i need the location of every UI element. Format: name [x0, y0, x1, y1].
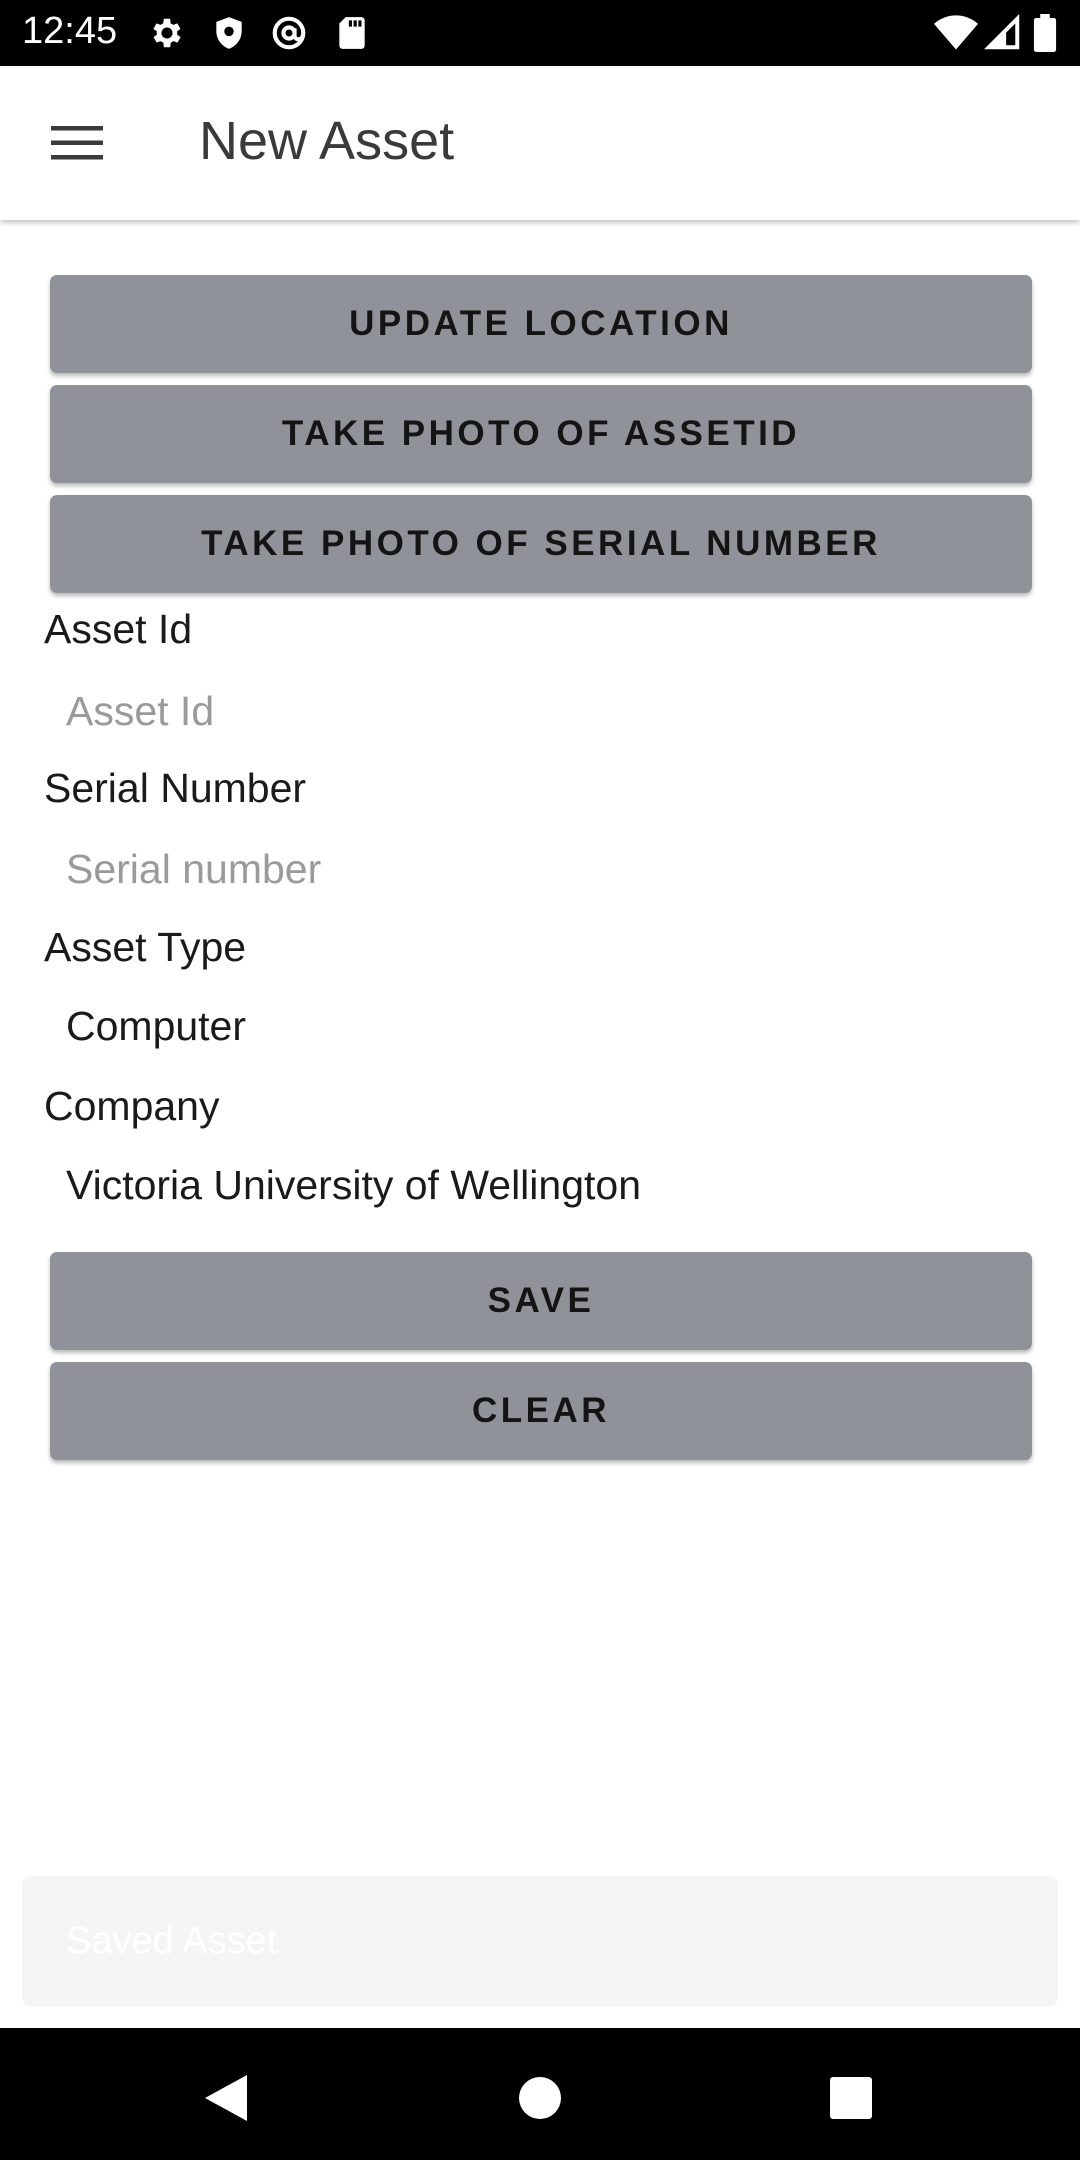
- status-bar: 12:45: [0, 0, 1080, 66]
- battery-icon: [1032, 14, 1060, 52]
- asset-type-select[interactable]: Computer: [66, 1003, 246, 1050]
- save-button[interactable]: SAVE: [50, 1252, 1032, 1350]
- app-bar: New Asset: [0, 66, 1080, 220]
- serial-number-input[interactable]: [44, 832, 1034, 906]
- shield-icon: [210, 14, 248, 52]
- gear-icon: [148, 14, 186, 52]
- asset-type-label: Asset Type: [44, 924, 247, 970]
- take-photo-serial-number-button[interactable]: TAKE PHOTO OF SERIAL NUMBER: [50, 495, 1032, 593]
- home-icon[interactable]: [500, 2058, 580, 2138]
- sd-card-icon: [333, 14, 371, 52]
- page-title: New Asset: [199, 111, 455, 171]
- snackbar: Saved Asset: [22, 1876, 1058, 2006]
- snackbar-message: Saved Asset: [66, 1920, 278, 1962]
- recents-icon[interactable]: [811, 2058, 891, 2138]
- hamburger-menu-icon[interactable]: [40, 112, 114, 174]
- company-select[interactable]: Victoria University of Wellington: [66, 1162, 641, 1209]
- update-location-button[interactable]: UPDATE LOCATION: [50, 275, 1032, 373]
- at-sign-icon: [270, 14, 308, 52]
- navigation-bar: [0, 2028, 1080, 2160]
- company-label: Company: [44, 1083, 220, 1129]
- cell-signal-icon: [983, 13, 1022, 52]
- serial-number-label: Serial Number: [44, 765, 307, 811]
- asset-id-label: Asset Id: [44, 606, 193, 652]
- asset-id-input[interactable]: [44, 674, 1034, 748]
- back-icon[interactable]: [186, 2058, 266, 2138]
- clear-button[interactable]: CLEAR: [50, 1362, 1032, 1460]
- status-time: 12:45: [22, 10, 118, 52]
- take-photo-asset-id-button[interactable]: TAKE PHOTO OF ASSETID: [50, 385, 1032, 483]
- wifi-icon: [934, 14, 978, 52]
